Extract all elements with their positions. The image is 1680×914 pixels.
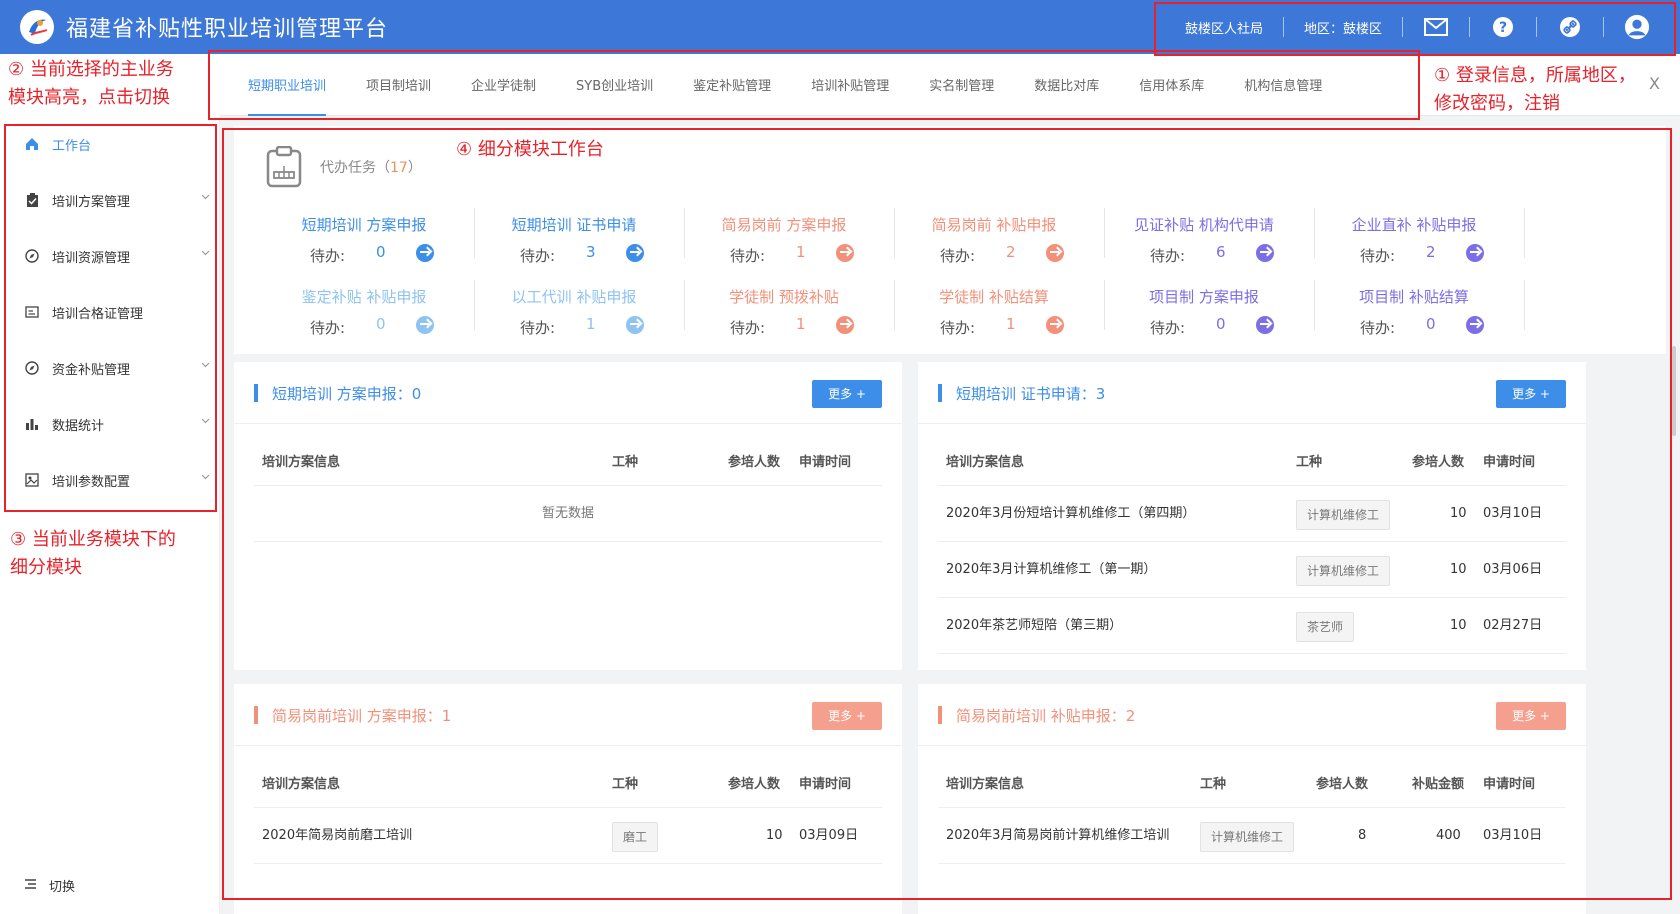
switch-label: 切换 — [49, 880, 76, 895]
annotation-text-3: ③ 当前业务模块下的 — [10, 529, 176, 550]
app-title: 福建省补贴性职业培训管理平台 — [66, 17, 389, 42]
annotation-box-4 — [222, 128, 1672, 900]
annotation-box-2 — [208, 50, 1420, 120]
annotation-text-4: ④ 细分模块工作台 — [456, 139, 604, 160]
annotation-box-1 — [1154, 2, 1676, 56]
annotation-text-3b: 细分模块 — [10, 557, 82, 578]
close-icon[interactable]: X — [1649, 74, 1660, 93]
switch-button[interactable]: 切换 — [24, 876, 75, 895]
annotation-text-1b: 修改密码，注销 — [1434, 93, 1560, 114]
annotation-text-1: ① 登录信息，所属地区， — [1434, 65, 1636, 86]
annotation-text-2b: 模块高亮，点击切换 — [8, 87, 170, 108]
logo-icon — [20, 10, 54, 44]
annotation-box-3 — [4, 124, 217, 512]
menu-icon — [24, 878, 37, 894]
scrollbar[interactable] — [1672, 346, 1676, 436]
annotation-text-2: ② 当前选择的主业务 — [8, 59, 174, 80]
